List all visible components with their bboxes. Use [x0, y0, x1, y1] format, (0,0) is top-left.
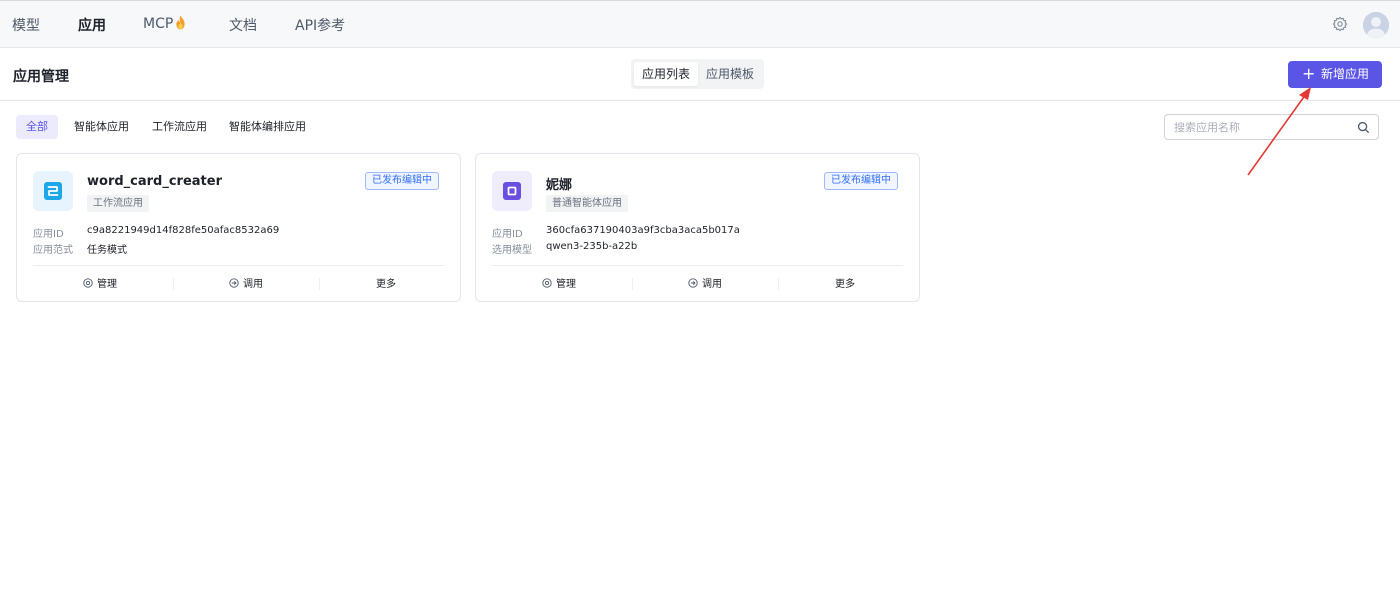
page-title: 应用管理 [13, 69, 69, 85]
invoke-label: 调用 [243, 279, 263, 290]
fire-icon [176, 15, 185, 30]
divider [632, 278, 633, 290]
filter-all[interactable]: 全部 [16, 115, 58, 139]
search-icon[interactable] [1357, 121, 1370, 134]
invoke-button[interactable]: 调用 [688, 275, 722, 290]
page-header: 应用管理 应用列表 应用模板 + 新增应用 [0, 48, 1400, 101]
field-value-app-id: 360cfa637190403a9f3cba3aca5b017a [546, 225, 740, 236]
tab-app-templates[interactable]: 应用模板 [698, 62, 762, 86]
status-badge: 已发布编辑中 [365, 172, 439, 190]
nav-item-docs[interactable]: 文档 [229, 15, 257, 35]
app-type-tag: 工作流应用 [87, 195, 149, 212]
divider [778, 278, 779, 290]
field-label-model: 选用模型 [492, 245, 532, 256]
nav-item-mcp[interactable]: MCP [143, 15, 186, 32]
field-label-app-id: 应用ID [492, 229, 523, 240]
field-value-model: qwen3-235b-a22b [546, 241, 638, 252]
divider [33, 265, 444, 266]
manage-label: 管理 [556, 279, 576, 290]
invoke-label: 调用 [702, 279, 722, 290]
nav-item-mcp-label: MCP [143, 16, 174, 32]
tab-app-list[interactable]: 应用列表 [634, 62, 699, 86]
agent-icon [492, 171, 532, 211]
app-card[interactable]: 妮娜 普通智能体应用 已发布编辑中 应用ID 360cfa637190403a9… [475, 153, 920, 302]
app-card[interactable]: word_card_creater 工作流应用 已发布编辑中 应用ID c9a8… [16, 153, 461, 302]
divider [173, 278, 174, 290]
user-icon [1363, 12, 1389, 38]
field-label-app-id: 应用ID [33, 229, 64, 240]
divider [492, 265, 903, 266]
filter-workflow-apps[interactable]: 工作流应用 [142, 115, 217, 139]
workflow-icon [33, 171, 73, 211]
gear-icon[interactable] [1332, 16, 1348, 32]
nav-item-models[interactable]: 模型 [12, 15, 40, 35]
field-label-paradigm: 应用范式 [33, 245, 73, 256]
avatar[interactable] [1363, 12, 1389, 38]
divider [319, 278, 320, 290]
filter-orchestration-apps[interactable]: 智能体编排应用 [219, 115, 316, 139]
more-button[interactable]: 更多 [835, 275, 855, 290]
settings-circle-icon [83, 278, 93, 288]
app-name[interactable]: word_card_creater [87, 174, 222, 189]
manage-button[interactable]: 管理 [83, 275, 117, 290]
field-value-paradigm: 任务模式 [87, 245, 127, 256]
add-app-button-label: 新增应用 [1321, 67, 1370, 81]
nav-item-apps[interactable]: 应用 [78, 15, 106, 35]
app-type-tag: 普通智能体应用 [546, 195, 628, 212]
more-button[interactable]: 更多 [376, 275, 396, 290]
nav-item-api-reference[interactable]: API参考 [295, 15, 345, 35]
invoke-button[interactable]: 调用 [229, 275, 263, 290]
app-name[interactable]: 妮娜 [546, 174, 572, 193]
settings-circle-icon [542, 278, 552, 288]
manage-label: 管理 [97, 279, 117, 290]
arrow-circle-icon [688, 278, 698, 288]
field-value-app-id: c9a8221949d14f828fe50afac8532a69 [87, 225, 280, 236]
view-switch: 应用列表 应用模板 [631, 59, 764, 89]
filter-agent-apps[interactable]: 智能体应用 [64, 115, 139, 139]
top-navigation: 模型 应用 MCP 文档 API参考 [0, 0, 1400, 48]
annotation-arrow [1247, 87, 1311, 176]
arrow-circle-icon [229, 278, 239, 288]
status-badge: 已发布编辑中 [824, 172, 898, 190]
manage-button[interactable]: 管理 [542, 275, 576, 290]
